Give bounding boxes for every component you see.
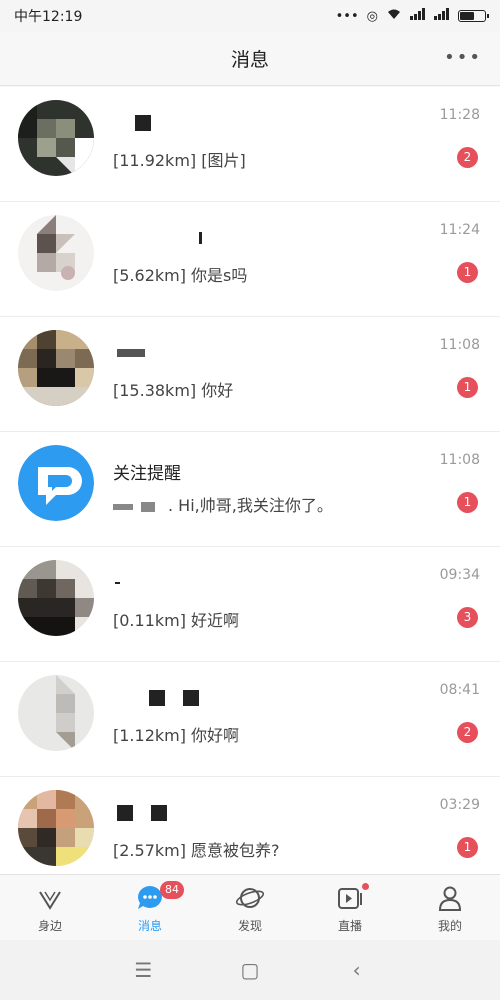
message-item[interactable]: [5.62km] 你是s吗 11:24 1 <box>0 202 500 317</box>
preview-name-redacted <box>113 496 155 518</box>
page-title: 消息 <box>230 49 269 71</box>
tab-discover[interactable]: 发现 <box>200 875 300 940</box>
unread-badge: 3 <box>457 607 478 628</box>
back-icon[interactable]: ‹ <box>337 950 377 990</box>
tab-label: 消息 <box>137 919 162 933</box>
message-time: 11:08 <box>439 337 480 353</box>
avatar[interactable] <box>18 215 94 291</box>
message-preview: [5.62km] 你是s吗 <box>113 266 248 285</box>
name-redacted <box>113 342 145 364</box>
status-icons: ••• ◎ <box>335 8 489 24</box>
message-preview: [2.57km] 愿意被包养? <box>113 841 280 860</box>
tab-label: 我的 <box>437 919 462 933</box>
unread-badge: 2 <box>457 147 478 168</box>
message-time: 11:24 <box>439 222 480 238</box>
message-time: 11:08 <box>439 452 480 468</box>
name-redacted <box>113 802 167 824</box>
message-item[interactable]: [2.57km] 愿意被包养? 03:29 1 <box>0 777 500 874</box>
profile-icon <box>435 883 465 913</box>
unread-badge: 1 <box>457 837 478 858</box>
avatar[interactable] <box>18 330 94 406</box>
message-time: 08:41 <box>439 682 480 698</box>
menu-icon[interactable]: ☰ <box>123 950 163 990</box>
message-item[interactable]: [0.11km] 好近啊 09:34 3 <box>0 547 500 662</box>
wifi-icon <box>386 8 402 24</box>
message-item[interactable]: [11.92km] [图片] 11:28 2 <box>0 87 500 202</box>
alarm-icon: ◎ <box>366 8 378 24</box>
nearby-icon <box>35 883 65 913</box>
unread-badge: 2 <box>457 722 478 743</box>
message-preview: [1.12km] 你好啊 <box>113 726 240 745</box>
tab-label: 发现 <box>237 919 262 933</box>
unread-badge: 1 <box>457 262 478 283</box>
message-item[interactable]: [15.38km] 你好 11:08 1 <box>0 317 500 432</box>
message-count-badge: 84 <box>160 881 184 899</box>
message-preview: . Hi,帅哥,我关注你了。 <box>168 496 333 515</box>
message-preview: [15.38km] 你好 <box>113 381 234 400</box>
tab-profile[interactable]: 我的 <box>400 875 500 940</box>
message-item[interactable]: [1.12km] 你好啊 08:41 2 <box>0 662 500 777</box>
message-preview: [0.11km] 好近啊 <box>113 611 240 630</box>
status-bar: 中午12:19 ••• ◎ <box>0 0 500 32</box>
system-navigation-bar: ☰ ▢ ‹ <box>0 940 500 1000</box>
avatar[interactable] <box>18 560 94 636</box>
follow-reminder-icon[interactable] <box>18 445 94 521</box>
message-time: 03:29 <box>439 797 480 813</box>
name-redacted <box>113 572 120 594</box>
tab-label: 身边 <box>37 919 62 933</box>
name-redacted <box>113 687 199 709</box>
tab-live[interactable]: 直播 <box>300 875 400 940</box>
message-item[interactable]: 关注提醒 . Hi,帅哥,我关注你了。 11:08 1 <box>0 432 500 547</box>
more-options-icon[interactable]: ••• <box>444 49 482 67</box>
planet-icon <box>235 883 265 913</box>
bottom-tab-bar: 身边 84 消息 发现 直播 我的 <box>0 874 500 940</box>
unread-badge: 1 <box>457 492 478 513</box>
status-time: 中午12:19 <box>14 9 83 25</box>
live-notification-dot <box>362 883 369 890</box>
signal-icon <box>410 8 426 24</box>
unread-badge: 1 <box>457 377 478 398</box>
message-list: [11.92km] [图片] 11:28 2 [5.62km] 你是s吗 11:… <box>0 87 500 874</box>
tab-messages[interactable]: 84 消息 <box>100 875 200 940</box>
header-bar: 消息 ••• <box>0 32 500 86</box>
name-redacted <box>113 227 202 249</box>
name-redacted <box>113 112 151 134</box>
message-time: 09:34 <box>439 567 480 583</box>
signal-icon-2 <box>434 8 450 24</box>
battery-icon <box>458 10 489 22</box>
contact-name: 关注提醒 <box>113 464 181 484</box>
live-icon <box>335 883 365 913</box>
tab-nearby[interactable]: 身边 <box>0 875 100 940</box>
message-time: 11:28 <box>439 107 480 123</box>
more-dots-icon: ••• <box>335 8 359 24</box>
message-preview: [11.92km] [图片] <box>113 151 246 170</box>
avatar[interactable] <box>18 100 94 176</box>
avatar[interactable] <box>18 675 94 751</box>
tab-label: 直播 <box>337 919 362 933</box>
avatar[interactable] <box>18 790 94 866</box>
home-icon[interactable]: ▢ <box>230 950 270 990</box>
